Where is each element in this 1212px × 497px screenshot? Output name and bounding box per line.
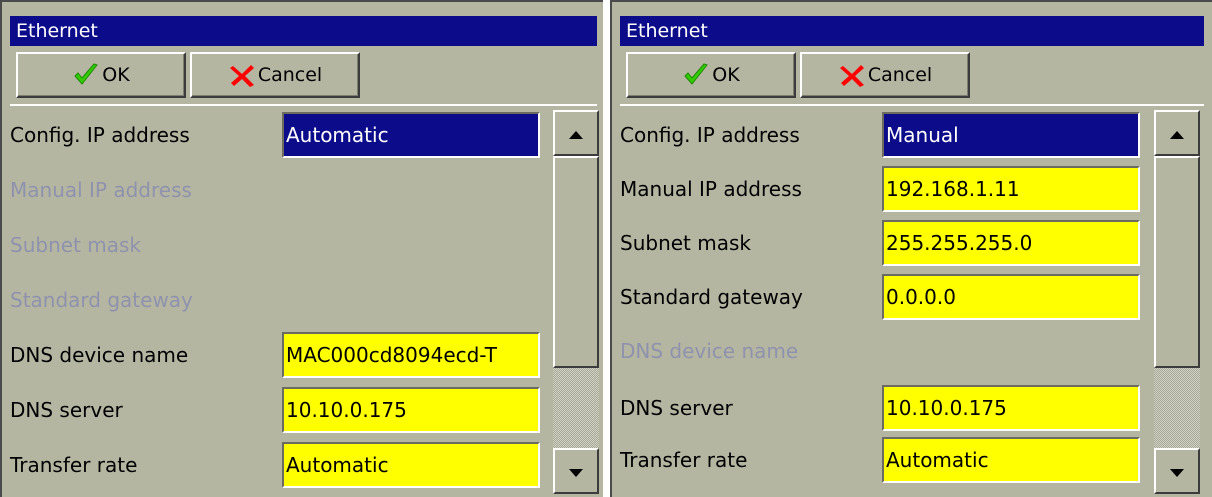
ok-label: OK bbox=[712, 64, 740, 86]
row-dns-server[interactable]: DNS server 10.10.0.175 bbox=[10, 385, 540, 435]
row-standard-gateway: Standard gateway bbox=[10, 275, 540, 325]
row-subnet-mask: Subnet mask bbox=[10, 220, 540, 270]
ethernet-dialog-automatic: Ethernet OK Cancel Config. IP address Au… bbox=[0, 0, 603, 497]
arrow-up-icon bbox=[569, 124, 583, 143]
row-manual-ip: Manual IP address bbox=[10, 165, 540, 215]
row-label: DNS server bbox=[620, 396, 733, 420]
toolbar-separator bbox=[10, 104, 597, 106]
row-dns-device-name[interactable]: DNS device name MAC000cd8094ecd-T bbox=[10, 330, 540, 380]
row-subnet-mask[interactable]: Subnet mask 255.255.255.0 bbox=[620, 218, 1145, 268]
green-checkmark-icon bbox=[72, 62, 100, 88]
row-standard-gateway[interactable]: Standard gateway 0.0.0.0 bbox=[620, 272, 1145, 322]
dialog-title: Ethernet bbox=[10, 16, 597, 46]
row-label: Subnet mask bbox=[10, 233, 141, 257]
ok-button[interactable]: OK bbox=[16, 52, 186, 98]
ok-button[interactable]: OK bbox=[626, 52, 796, 98]
green-checkmark-icon bbox=[682, 62, 710, 88]
cancel-button[interactable]: Cancel bbox=[190, 52, 360, 98]
cancel-button[interactable]: Cancel bbox=[800, 52, 970, 98]
row-label: DNS server bbox=[10, 398, 123, 422]
red-x-icon bbox=[228, 62, 256, 88]
scroll-down-button[interactable] bbox=[1154, 448, 1200, 494]
toolbar: OK Cancel bbox=[10, 46, 597, 104]
row-label: Config. IP address bbox=[10, 123, 190, 147]
config-ip-field[interactable]: Manual bbox=[882, 112, 1140, 158]
transfer-rate-field[interactable]: Automatic bbox=[282, 442, 540, 488]
dialog-title: Ethernet bbox=[620, 16, 1204, 46]
row-label: Transfer rate bbox=[620, 448, 748, 472]
row-label: Config. IP address bbox=[620, 123, 800, 147]
row-config-ip[interactable]: Config. IP address Automatic bbox=[10, 110, 540, 160]
row-label: Standard gateway bbox=[620, 285, 803, 309]
cancel-label: Cancel bbox=[257, 64, 323, 86]
transfer-rate-field[interactable]: Automatic bbox=[882, 437, 1140, 483]
dns-server-field[interactable]: 10.10.0.175 bbox=[882, 385, 1140, 431]
row-dns-server[interactable]: DNS server 10.10.0.175 bbox=[620, 383, 1145, 433]
config-ip-field[interactable]: Automatic bbox=[282, 112, 540, 158]
row-transfer-rate[interactable]: Transfer rate Automatic bbox=[10, 440, 540, 490]
arrow-down-icon bbox=[1170, 462, 1184, 481]
scroll-up-button[interactable] bbox=[1154, 110, 1200, 156]
scroll-track[interactable] bbox=[553, 156, 599, 448]
cancel-label: Cancel bbox=[867, 64, 933, 86]
row-label: Manual IP address bbox=[10, 178, 192, 202]
row-label: Transfer rate bbox=[10, 453, 138, 477]
row-label: Manual IP address bbox=[620, 177, 802, 201]
toolbar-separator bbox=[620, 104, 1204, 106]
row-label: DNS device name bbox=[620, 339, 799, 363]
row-manual-ip[interactable]: Manual IP address 192.168.1.11 bbox=[620, 164, 1145, 214]
standard-gateway-field[interactable]: 0.0.0.0 bbox=[882, 274, 1140, 320]
scrollbar[interactable] bbox=[1154, 110, 1200, 494]
toolbar: OK Cancel bbox=[620, 46, 1204, 104]
red-x-icon bbox=[838, 62, 866, 88]
scroll-thumb[interactable] bbox=[1154, 156, 1200, 368]
row-label: Standard gateway bbox=[10, 288, 193, 312]
row-config-ip[interactable]: Config. IP address Manual bbox=[620, 110, 1145, 160]
subnet-mask-field[interactable]: 255.255.255.0 bbox=[882, 220, 1140, 266]
arrow-down-icon bbox=[569, 462, 583, 481]
manual-ip-field[interactable]: 192.168.1.11 bbox=[882, 166, 1140, 212]
ethernet-dialog-manual: Ethernet OK Cancel Config. IP address Ma… bbox=[610, 0, 1212, 497]
dns-device-name-field[interactable]: MAC000cd8094ecd-T bbox=[282, 332, 540, 378]
dns-server-field[interactable]: 10.10.0.175 bbox=[282, 387, 540, 433]
scroll-track[interactable] bbox=[1154, 156, 1200, 448]
ok-label: OK bbox=[102, 64, 130, 86]
scroll-up-button[interactable] bbox=[553, 110, 599, 156]
scrollbar[interactable] bbox=[553, 110, 599, 494]
scroll-thumb[interactable] bbox=[553, 156, 599, 368]
row-label: Subnet mask bbox=[620, 231, 751, 255]
row-transfer-rate[interactable]: Transfer rate Automatic bbox=[620, 435, 1145, 485]
scroll-down-button[interactable] bbox=[553, 448, 599, 494]
row-dns-device-name: DNS device name bbox=[620, 326, 1145, 376]
arrow-up-icon bbox=[1170, 124, 1184, 143]
row-label: DNS device name bbox=[10, 343, 189, 367]
